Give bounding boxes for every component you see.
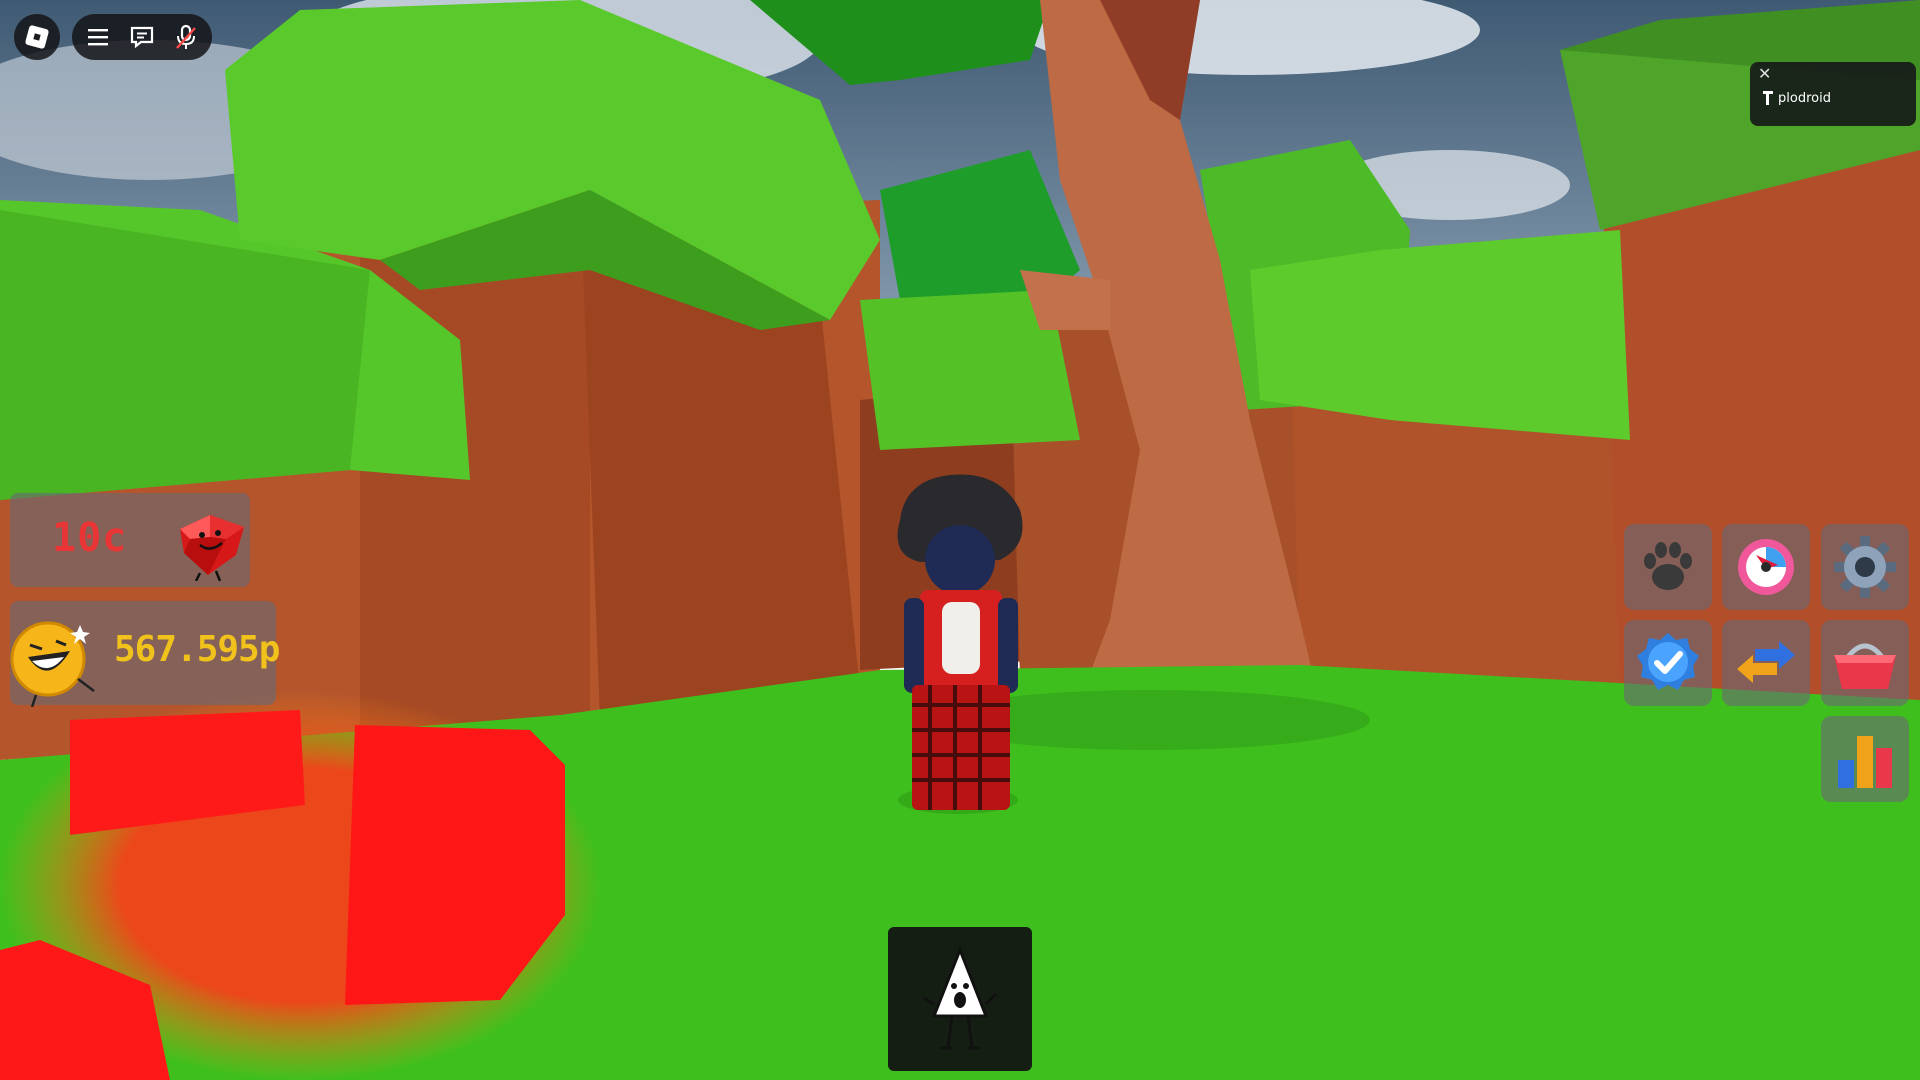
- verified-button[interactable]: [1624, 620, 1712, 706]
- pets-button[interactable]: [1624, 524, 1712, 610]
- verified-badge-icon: [1637, 633, 1699, 690]
- points-counter: 567.595p: [10, 601, 280, 707]
- gear-icon: [1834, 536, 1896, 598]
- microphone-icon[interactable]: [172, 23, 200, 51]
- trade-arrows-icon: [1737, 641, 1795, 683]
- hamburger-icon[interactable]: [84, 23, 112, 51]
- leaderboard-button[interactable]: [1821, 716, 1909, 802]
- hotbar-slot-1[interactable]: [888, 927, 1032, 1071]
- roblox-logo-icon: [24, 24, 50, 50]
- top-bar: [14, 14, 212, 60]
- points-value: 567.595p: [114, 629, 280, 670]
- roblox-menu-button[interactable]: [14, 14, 60, 60]
- spin-wheel-icon: [1738, 539, 1794, 595]
- player-row[interactable]: plodroid: [1762, 90, 1831, 106]
- topbar-controls: [72, 14, 212, 60]
- voice-status-icon: [1763, 91, 1773, 105]
- gem-value: 10c: [52, 515, 128, 561]
- chat-icon[interactable]: [128, 23, 156, 51]
- shop-button[interactable]: [1821, 620, 1909, 706]
- player-username: plodroid: [1778, 90, 1831, 106]
- character-tool-icon: [923, 945, 998, 1050]
- settings-button[interactable]: [1821, 524, 1909, 610]
- gem-counter: 10c: [10, 493, 250, 587]
- ruby-gem-icon: [180, 515, 244, 581]
- close-icon[interactable]: ✕: [1758, 64, 1771, 83]
- spin-button[interactable]: [1722, 524, 1810, 610]
- coin-character-icon: [10, 621, 95, 707]
- bar-chart-icon: [1838, 736, 1892, 788]
- paw-icon: [1644, 542, 1692, 590]
- shop-basket-icon: [1834, 643, 1896, 689]
- player-card: ✕ plodroid: [1750, 62, 1916, 126]
- trade-button[interactable]: [1722, 620, 1810, 706]
